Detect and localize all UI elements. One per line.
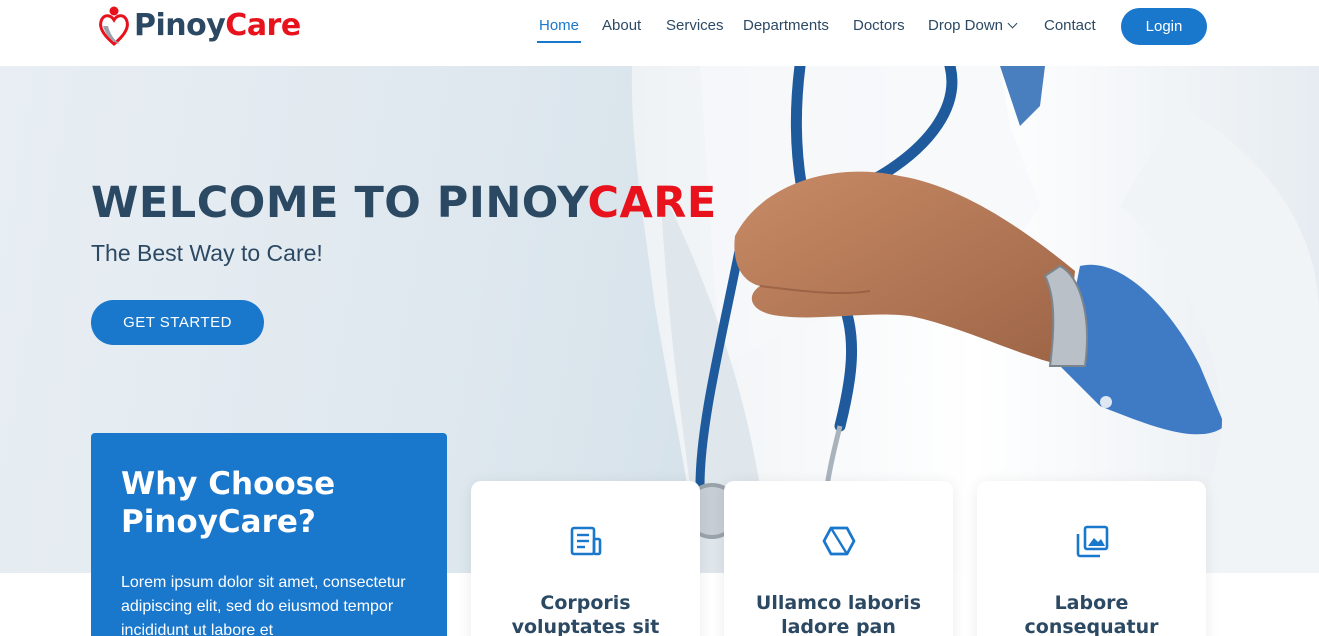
why-choose-box: Why Choose PinoyCare? Lorem ipsum dolor …: [91, 433, 447, 636]
feature-card-title: Corporis voluptates sit: [511, 592, 660, 636]
hero-title: WELCOME TO PINOYCARE: [91, 178, 717, 228]
hero-subtitle: The Best Way to Care!: [91, 240, 323, 266]
document-icon: [570, 526, 601, 556]
get-started-button[interactable]: GET STARTED: [91, 300, 264, 345]
why-choose-title: Why Choose PinoyCare?: [121, 466, 336, 540]
nav-active-indicator: [537, 41, 581, 43]
hero-title-part2: CARE: [587, 178, 717, 228]
nav-dropdown-label: Drop Down: [928, 17, 1004, 34]
why-choose-text: Lorem ipsum dolor sit amet, consectetur …: [121, 574, 406, 636]
feature-card-title: Ullamco laboris ladore pan: [755, 592, 922, 636]
nav-dropdown[interactable]: Drop Down: [928, 16, 1018, 36]
nav-home[interactable]: Home: [539, 16, 579, 36]
feature-card-title: Labore consequatur: [1024, 592, 1159, 636]
feature-card: Ullamco laboris ladore pan: [724, 481, 953, 636]
nav-services[interactable]: Services: [666, 16, 724, 36]
cube-icon: [822, 526, 855, 556]
login-button[interactable]: Login: [1121, 8, 1207, 45]
images-icon: [1076, 525, 1108, 558]
nav-about[interactable]: About: [602, 16, 641, 36]
nav-contact[interactable]: Contact: [1044, 16, 1096, 36]
feature-card: Corporis voluptates sit: [471, 481, 700, 636]
hero-title-part1: WELCOME TO PINOY: [91, 178, 588, 228]
nav-departments[interactable]: Departments: [743, 16, 829, 36]
nav-doctors[interactable]: Doctors: [853, 16, 905, 36]
site-header: PinoyCare Home About Services Department…: [0, 0, 1319, 66]
chevron-down-icon: [1007, 18, 1018, 29]
feature-card: Labore consequatur: [977, 481, 1206, 636]
